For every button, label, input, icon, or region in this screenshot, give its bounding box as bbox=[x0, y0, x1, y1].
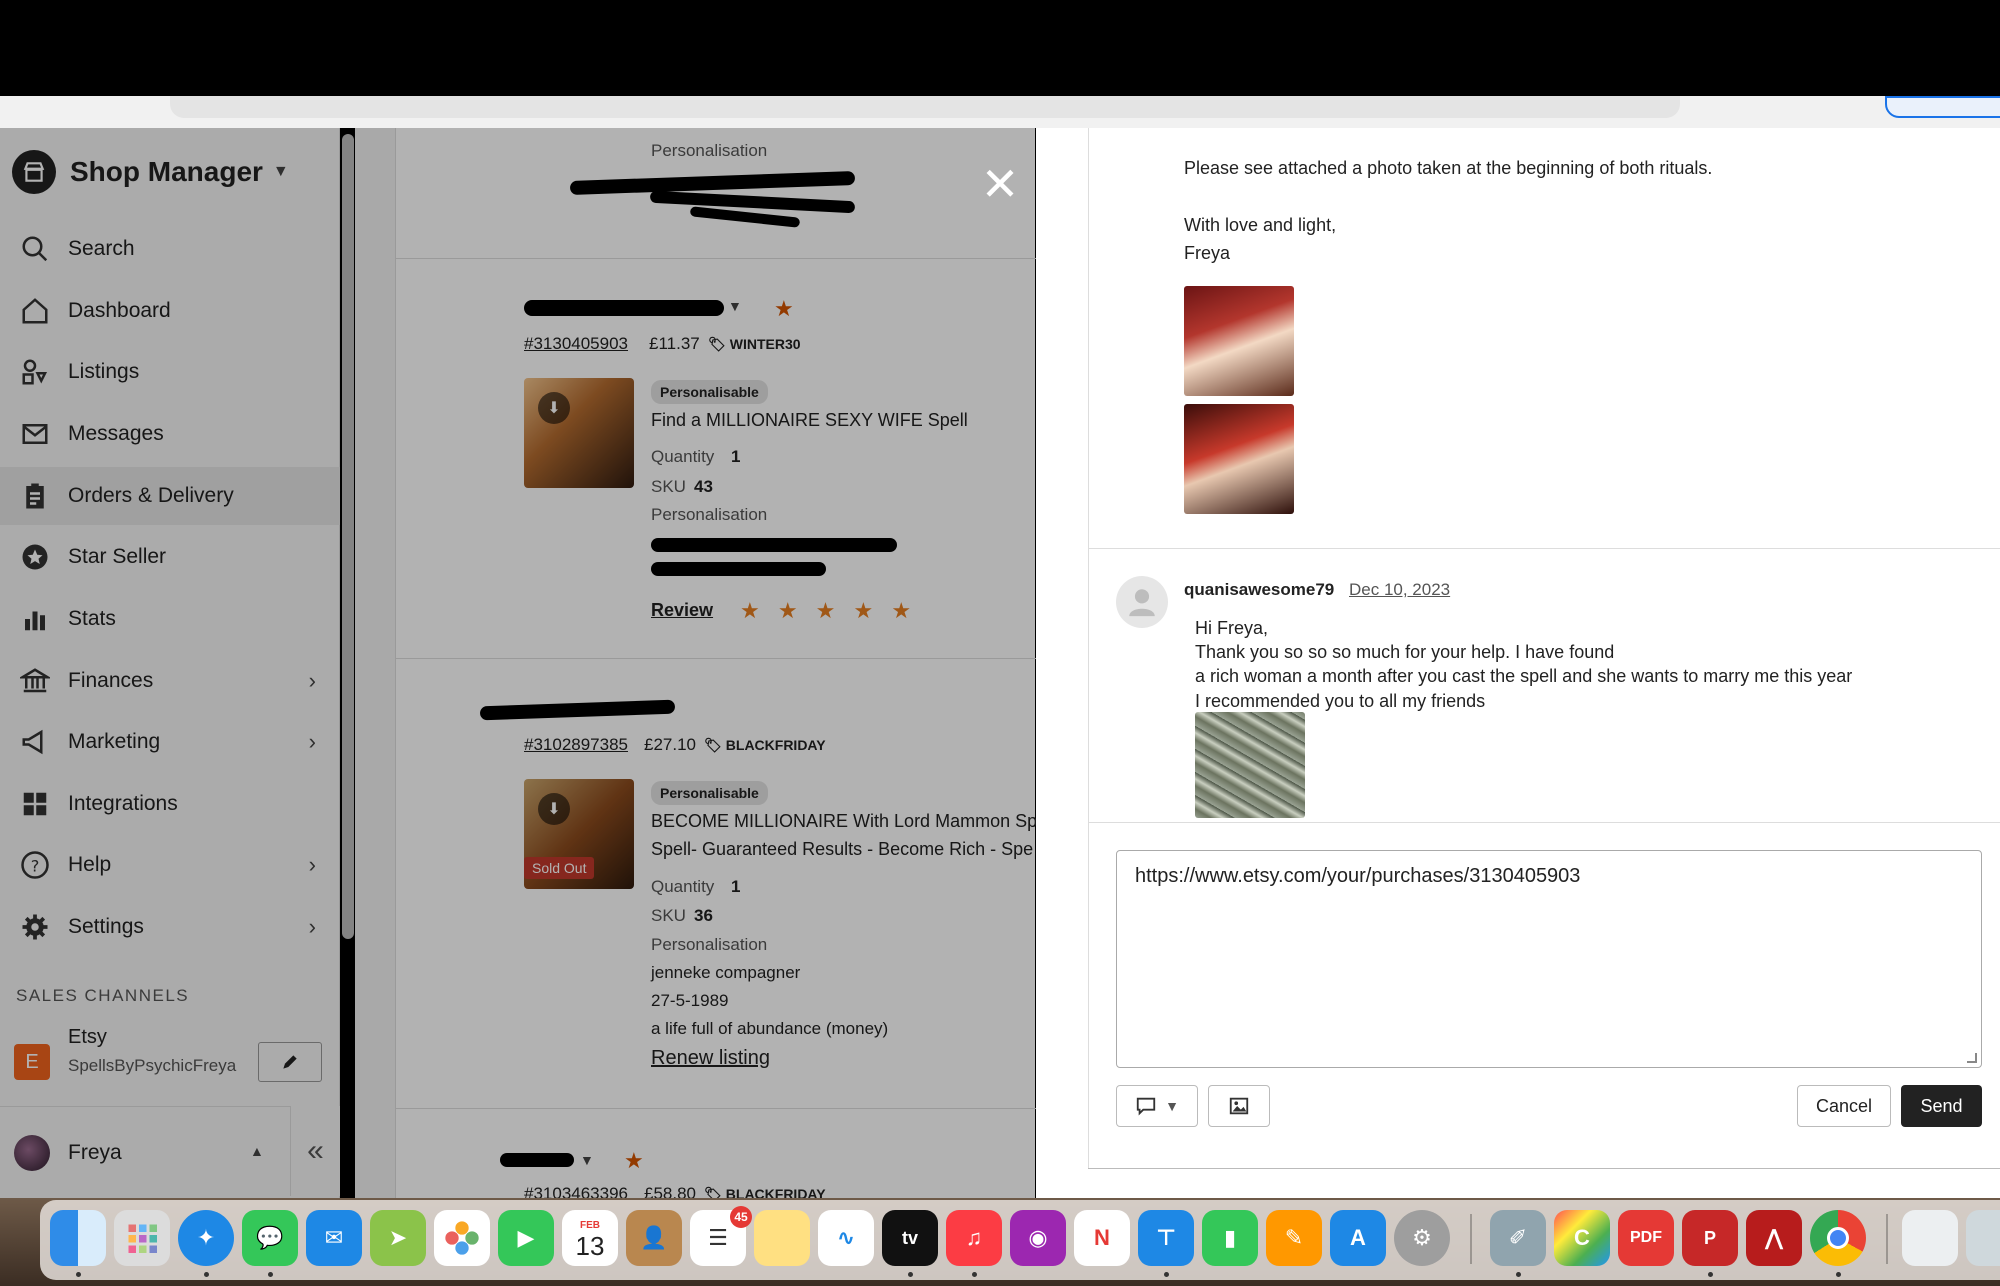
message-date[interactable]: Dec 10, 2023 bbox=[1349, 580, 1450, 600]
mail-icon[interactable]: ✉ bbox=[306, 1210, 362, 1266]
attach-image-button[interactable] bbox=[1208, 1085, 1270, 1127]
cancel-button[interactable]: Cancel bbox=[1797, 1085, 1891, 1127]
message-divider bbox=[1088, 548, 2000, 549]
messages-icon[interactable]: 💬 bbox=[242, 1210, 298, 1266]
message-divider bbox=[1088, 822, 2000, 823]
maps-icon[interactable]: ➤ bbox=[370, 1210, 426, 1266]
color-picker-icon[interactable]: C bbox=[1554, 1210, 1610, 1266]
attached-photo[interactable] bbox=[1184, 404, 1294, 514]
reply-text: https://www.etsy.com/your/purchases/3130… bbox=[1135, 865, 1581, 887]
attached-photo[interactable] bbox=[1184, 286, 1294, 396]
attached-photo[interactable] bbox=[1195, 712, 1305, 818]
message-line: I recommended you to all my friends bbox=[1195, 691, 1486, 711]
close-icon[interactable]: ✕ bbox=[980, 161, 1020, 207]
notification-badge: 45 bbox=[730, 1206, 752, 1228]
message-line: a rich woman a month after you cast the … bbox=[1195, 666, 1853, 686]
running-indicator bbox=[268, 1272, 273, 1277]
pdf-app-icon[interactable]: PDF bbox=[1618, 1210, 1674, 1266]
contacts-icon[interactable]: 👤 bbox=[626, 1210, 682, 1266]
app-store-icon[interactable]: A bbox=[1330, 1210, 1386, 1266]
message-line: Please see attached a photo taken at the… bbox=[1184, 158, 1713, 178]
apple-tv-icon[interactable]: tv bbox=[882, 1210, 938, 1266]
acrobat-icon[interactable]: ⋀ bbox=[1746, 1210, 1802, 1266]
news-icon[interactable]: N bbox=[1074, 1210, 1130, 1266]
message-line: Thank you so so so much for your help. I… bbox=[1195, 642, 1615, 662]
system-settings-icon[interactable]: ⚙ bbox=[1394, 1210, 1450, 1266]
podcasts-icon[interactable]: ◉ bbox=[1010, 1210, 1066, 1266]
launchpad-icon[interactable] bbox=[114, 1210, 170, 1266]
reply-textarea[interactable]: https://www.etsy.com/your/purchases/3130… bbox=[1116, 850, 1982, 1068]
photos-icon[interactable] bbox=[434, 1210, 490, 1266]
panel-bottom-border bbox=[1088, 1168, 2000, 1169]
facetime-icon[interactable]: ▶ bbox=[498, 1210, 554, 1266]
running-indicator bbox=[908, 1272, 913, 1277]
message-line: With love and light, bbox=[1184, 215, 1337, 235]
running-indicator bbox=[1836, 1272, 1841, 1277]
music-icon[interactable]: ♫ bbox=[946, 1210, 1002, 1266]
profile-button[interactable] bbox=[1885, 96, 2000, 118]
chevron-down-icon: ▼ bbox=[1165, 1098, 1179, 1114]
safari-icon[interactable]: ✦ bbox=[178, 1210, 234, 1266]
preview-icon[interactable]: ✐ bbox=[1490, 1210, 1546, 1266]
chrome-icon[interactable] bbox=[1810, 1210, 1866, 1266]
running-indicator bbox=[204, 1272, 209, 1277]
speech-bubble-icon bbox=[1136, 1097, 1156, 1116]
freeform-icon[interactable]: ∿ bbox=[818, 1210, 874, 1266]
message-line: Hi Freya, bbox=[1195, 618, 1269, 638]
pages-icon[interactable]: ✎ bbox=[1266, 1210, 1322, 1266]
dock-separator bbox=[1886, 1214, 1888, 1264]
modal-backdrop[interactable] bbox=[0, 128, 1036, 1198]
buyer-avatar bbox=[1116, 576, 1168, 628]
calendar-day: 13 bbox=[575, 1231, 605, 1261]
pdf-editor-icon[interactable]: P bbox=[1682, 1210, 1738, 1266]
running-indicator bbox=[1164, 1272, 1169, 1277]
browser-toolbar bbox=[0, 96, 2000, 128]
person-icon bbox=[1129, 589, 1155, 617]
running-indicator bbox=[972, 1272, 977, 1277]
dock: ✦ 💬 ✉ ➤ ▶ FEB 13 👤 ☰ 45 ∿ tv ♫ ◉ N ⊤ ▮ ✎… bbox=[40, 1200, 2000, 1280]
running-indicator bbox=[1516, 1272, 1521, 1277]
calendar-icon[interactable]: FEB 13 bbox=[562, 1210, 618, 1266]
image-icon bbox=[1229, 1097, 1249, 1115]
numbers-icon[interactable]: ▮ bbox=[1202, 1210, 1258, 1266]
running-indicator bbox=[1708, 1272, 1713, 1277]
trash-icon[interactable] bbox=[1966, 1210, 2000, 1266]
buyer-username[interactable]: quanisawesome79 bbox=[1184, 580, 1334, 600]
running-indicator bbox=[76, 1272, 81, 1277]
keynote-icon[interactable]: ⊤ bbox=[1138, 1210, 1194, 1266]
document-thumbnail-icon[interactable] bbox=[1902, 1210, 1958, 1266]
saved-replies-button[interactable]: ▼ bbox=[1116, 1085, 1198, 1127]
finder-icon[interactable] bbox=[50, 1210, 106, 1266]
calendar-month: FEB bbox=[580, 1220, 600, 1231]
send-button[interactable]: Send bbox=[1901, 1085, 1982, 1127]
message-line: Freya bbox=[1184, 243, 1231, 263]
thread-border bbox=[1088, 128, 1089, 1168]
top-black-area bbox=[0, 0, 2000, 100]
reminders-icon[interactable]: ☰ 45 bbox=[690, 1206, 752, 1266]
resize-handle[interactable] bbox=[1967, 1053, 1977, 1063]
address-bar[interactable] bbox=[170, 96, 1680, 118]
notes-icon[interactable] bbox=[754, 1210, 810, 1266]
dock-separator bbox=[1470, 1214, 1472, 1264]
